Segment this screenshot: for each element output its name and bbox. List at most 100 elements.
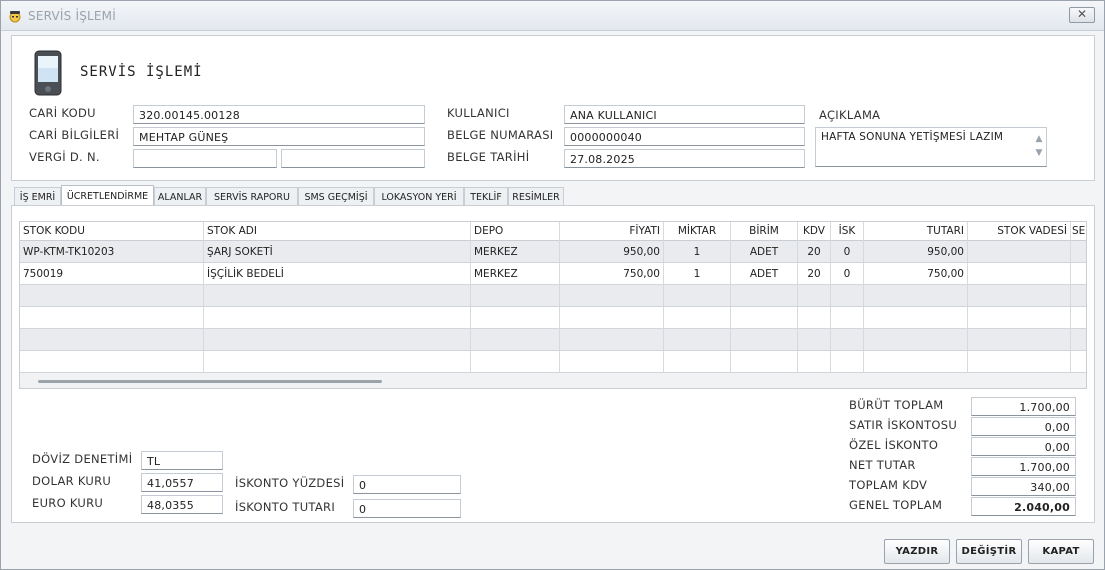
grid-cell[interactable]: ADET	[731, 263, 798, 284]
grid-cell[interactable]	[1071, 351, 1086, 372]
grid-cell[interactable]: ŞARJ SOKETİ	[204, 241, 471, 262]
grid-cell[interactable]	[20, 285, 204, 306]
grid-cell[interactable]	[864, 351, 968, 372]
grid-cell[interactable]	[1071, 263, 1086, 284]
ozel-iskonto-field[interactable]: 0,00	[971, 437, 1076, 456]
scroll-down-icon[interactable]: ▼	[1034, 146, 1044, 160]
grid-cell[interactable]: 1	[664, 263, 731, 284]
table-row[interactable]: WP-KTM-TK10203 ŞARJ SOKETİ MERKEZ 950,00 1 AD…	[20, 241, 1086, 263]
grid-cell[interactable]: 0	[831, 241, 864, 262]
grid-cell[interactable]	[798, 307, 831, 328]
grid-cell[interactable]	[471, 285, 560, 306]
aciklama-memo[interactable]: HAFTA SONUNA YETİŞMESİ LAZIM ▲ ▼	[815, 127, 1047, 167]
cari-kodu-field[interactable]: 320.00145.00128	[133, 105, 425, 124]
table-row[interactable]	[20, 307, 1086, 329]
grid-cell[interactable]	[20, 351, 204, 372]
grid-cell[interactable]: 950,00	[560, 241, 664, 262]
grid-cell[interactable]: 750019	[20, 263, 204, 284]
grid-cell[interactable]	[864, 285, 968, 306]
print-button[interactable]: YAZDIR	[884, 539, 950, 564]
vergi-no-field[interactable]	[281, 149, 425, 168]
col-ser[interactable]: SER	[1071, 222, 1086, 241]
satir-iskonto-field[interactable]: 0,00	[971, 417, 1076, 436]
grid-cell[interactable]	[204, 351, 471, 372]
col-kdv[interactable]: KDV	[798, 222, 831, 241]
grid-cell[interactable]	[664, 329, 731, 350]
grid-cell[interactable]	[560, 329, 664, 350]
grid-cell[interactable]	[1071, 285, 1086, 306]
grid-cell[interactable]	[798, 351, 831, 372]
grid-cell[interactable]	[204, 329, 471, 350]
table-row[interactable]	[20, 285, 1086, 307]
toplam-kdv-field[interactable]: 340,00	[971, 477, 1076, 496]
grid-cell[interactable]	[968, 241, 1071, 262]
cari-bilgileri-field[interactable]: MEHTAP GÜNEŞ	[133, 127, 425, 146]
grid-cell[interactable]	[831, 307, 864, 328]
tab-resimler[interactable]: RESİMLER	[508, 187, 564, 206]
stock-grid[interactable]: STOK KODU STOK ADI DEPO FİYATI MİKTAR Bİ…	[19, 221, 1087, 389]
tab-lokasyon-yeri[interactable]: LOKASYON YERİ	[374, 187, 464, 206]
grid-cell[interactable]	[731, 307, 798, 328]
grid-cell[interactable]	[864, 329, 968, 350]
grid-cell[interactable]	[471, 351, 560, 372]
grid-cell[interactable]: 750,00	[560, 263, 664, 284]
grid-cell[interactable]	[20, 329, 204, 350]
iskonto-yuzde-field[interactable]: 0	[353, 475, 461, 494]
col-miktar[interactable]: MİKTAR	[664, 222, 731, 241]
dolar-field[interactable]: 41,0557	[141, 473, 223, 492]
grid-cell[interactable]	[968, 263, 1071, 284]
table-row[interactable]	[20, 329, 1086, 351]
col-stok-vadesi[interactable]: STOK VADESİ	[968, 222, 1071, 241]
grid-cell[interactable]: ADET	[731, 241, 798, 262]
tab-is-emri[interactable]: İŞ EMRİ	[14, 187, 61, 206]
close-button[interactable]: KAPAT	[1028, 539, 1094, 564]
genel-toplam-field[interactable]: 2.040,00	[971, 497, 1076, 516]
grid-cell[interactable]	[968, 307, 1071, 328]
grid-cell[interactable]: WP-KTM-TK10203	[20, 241, 204, 262]
grid-cell[interactable]	[664, 285, 731, 306]
grid-cell[interactable]	[560, 307, 664, 328]
change-button[interactable]: DEĞİŞTİR	[956, 539, 1022, 564]
brut-toplam-field[interactable]: 1.700,00	[971, 397, 1076, 416]
grid-cell[interactable]	[968, 329, 1071, 350]
grid-cell[interactable]: MERKEZ	[471, 241, 560, 262]
col-depo[interactable]: DEPO	[471, 222, 560, 241]
grid-cell[interactable]: MERKEZ	[471, 263, 560, 284]
scroll-up-icon[interactable]: ▲	[1034, 132, 1044, 146]
tab-ucretlendirme[interactable]: ÜCRETLENDİRME	[61, 185, 154, 205]
col-stok-adi[interactable]: STOK ADI	[204, 222, 471, 241]
grid-cell[interactable]	[968, 285, 1071, 306]
grid-cell[interactable]	[731, 329, 798, 350]
grid-cell[interactable]	[204, 285, 471, 306]
iskonto-tutar-field[interactable]: 0	[353, 499, 461, 518]
grid-cell[interactable]	[560, 351, 664, 372]
col-tutari[interactable]: TUTARI	[864, 222, 968, 241]
grid-cell[interactable]: 750,00	[864, 263, 968, 284]
kullanici-field[interactable]: ANA KULLANICI	[564, 105, 805, 124]
grid-cell[interactable]	[798, 285, 831, 306]
tab-teklif[interactable]: TEKLİF	[464, 187, 508, 206]
grid-cell[interactable]	[798, 329, 831, 350]
grid-cell[interactable]	[560, 285, 664, 306]
net-tutar-field[interactable]: 1.700,00	[971, 457, 1076, 476]
grid-cell[interactable]	[471, 329, 560, 350]
belge-no-field[interactable]: 0000000040	[564, 127, 805, 146]
doviz-field[interactable]: TL	[141, 451, 223, 470]
vergi-dairesi-field[interactable]	[133, 149, 277, 168]
belge-tarihi-field[interactable]: 27.08.2025	[564, 149, 805, 168]
grid-cell[interactable]	[968, 351, 1071, 372]
tab-alanlar[interactable]: ALANLAR	[154, 187, 206, 206]
memo-scrollbar[interactable]: ▲ ▼	[1034, 132, 1044, 162]
grid-cell[interactable]: İŞÇİLİK BEDELİ	[204, 263, 471, 284]
grid-cell[interactable]	[831, 351, 864, 372]
table-row[interactable]	[20, 351, 1086, 373]
grid-cell[interactable]	[864, 307, 968, 328]
grid-cell[interactable]	[1071, 307, 1086, 328]
grid-cell[interactable]	[831, 329, 864, 350]
tab-servis-raporu[interactable]: SERVİS RAPORU	[206, 187, 298, 206]
grid-cell[interactable]	[1071, 241, 1086, 262]
horizontal-scrollbar[interactable]	[20, 373, 1086, 388]
grid-cell[interactable]	[831, 285, 864, 306]
col-fiyati[interactable]: FİYATI	[560, 222, 664, 241]
grid-cell[interactable]: 20	[798, 263, 831, 284]
